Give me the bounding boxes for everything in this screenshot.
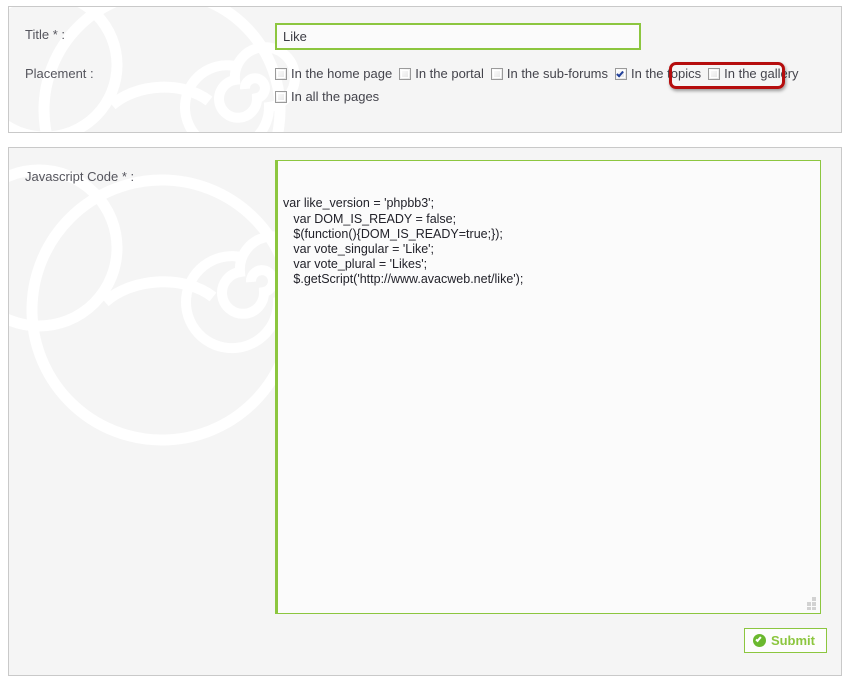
checkbox-label-gallery: In the gallery xyxy=(724,66,799,81)
checkbox-box-home-page[interactable] xyxy=(275,68,287,80)
checkbox-item-gallery[interactable]: In the gallery xyxy=(708,66,799,81)
javascript-code-text: var like_version = 'phpbb3'; var DOM_IS_… xyxy=(283,196,524,287)
javascript-code-textarea[interactable]: var like_version = 'phpbb3'; var DOM_IS_… xyxy=(275,160,821,614)
checkbox-box-sub-forums[interactable] xyxy=(490,68,503,80)
checkbox-item-sub-forums[interactable]: In the sub-forums xyxy=(490,66,609,81)
checkbox-item-portal[interactable]: In the portal xyxy=(399,66,484,81)
checkbox-item-all-pages[interactable]: In all the pages xyxy=(275,89,379,104)
code-row: Javascript Code * : var like_version = '… xyxy=(9,148,841,614)
title-placement-content: Title * : Placement : In the home pageIn… xyxy=(9,7,841,132)
checkbox-item-home-page[interactable]: In the home page xyxy=(275,66,392,81)
javascript-code-panel: Javascript Code * : var like_version = '… xyxy=(8,147,842,676)
checkbox-item-topics[interactable]: In the topics xyxy=(615,66,701,81)
title-row: Title * : xyxy=(9,7,841,50)
submit-button-label: Submit xyxy=(770,633,815,648)
checkbox-box-portal[interactable] xyxy=(399,68,412,80)
textarea-resize-grip[interactable] xyxy=(804,597,817,610)
code-label: Javascript Code * : xyxy=(25,169,135,184)
code-field-cell: var like_version = 'phpbb3'; var DOM_IS_… xyxy=(275,160,841,614)
checkbox-label-portal: In the portal xyxy=(415,66,484,81)
placement-label: Placement : xyxy=(25,66,94,81)
form-page: Title * : Placement : In the home pageIn… xyxy=(0,0,850,695)
checkbox-box-topics[interactable] xyxy=(615,68,628,80)
checkbox-box-all-pages[interactable] xyxy=(275,91,287,103)
javascript-code-content: Javascript Code * : var like_version = '… xyxy=(9,148,841,675)
placement-field-cell: In the home page In the portal In the sub-… xyxy=(275,62,841,108)
placement-row: Placement : In the home page In the porta… xyxy=(9,50,841,108)
title-placement-panel: Title * : Placement : In the home pageIn… xyxy=(8,6,842,133)
title-label: Title * : xyxy=(25,27,65,42)
checkbox-label-home-page: In the home page xyxy=(291,66,393,81)
submit-button[interactable]: Submit xyxy=(743,628,827,653)
checkbox-box-gallery[interactable] xyxy=(708,68,721,80)
checkbox-label-topics: In the topics xyxy=(631,66,702,81)
placement-checkbox-group: In the home page In the portal In the sub-… xyxy=(275,62,811,108)
title-input[interactable] xyxy=(275,23,641,50)
submit-row: Submit xyxy=(9,614,841,653)
title-field-cell xyxy=(275,23,841,50)
check-circle-icon xyxy=(752,634,766,647)
checkbox-label-sub-forums: In the sub-forums xyxy=(506,66,609,81)
checkbox-label-all-pages: In all the pages xyxy=(291,89,380,104)
